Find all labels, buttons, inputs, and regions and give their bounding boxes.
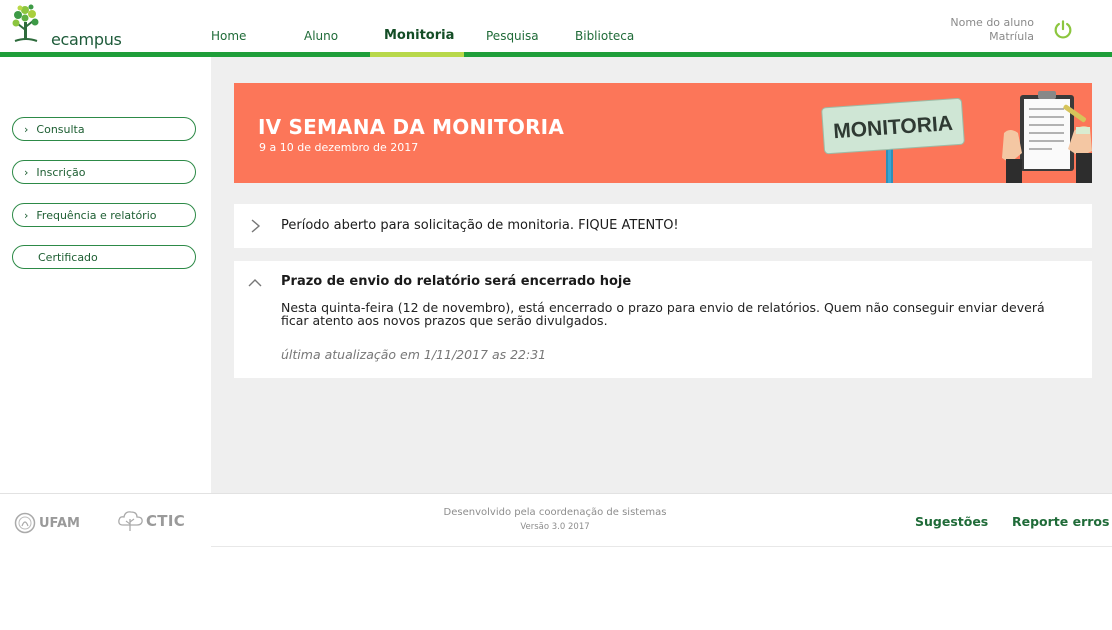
sidebar-item-frequencia[interactable]: › Frequência e relatório [12, 203, 196, 227]
ufam-logo[interactable]: UFAM [14, 512, 80, 534]
ufam-text: UFAM [39, 515, 80, 531]
chevron-up-icon[interactable] [248, 276, 262, 290]
notice-title: Período aberto para solicitação de monit… [281, 218, 679, 233]
clipboard-icon [1002, 91, 1092, 183]
sidebar-item-label: Consulta [36, 122, 85, 136]
nav-aluno[interactable]: Aluno [304, 29, 338, 43]
nav-biblioteca[interactable]: Biblioteca [575, 29, 634, 43]
sidebar-item-certificado[interactable]: Certificado [12, 245, 196, 269]
footer-credits: Desenvolvido pela coordenação de sistema… [380, 507, 730, 532]
chevron-right-icon: › [24, 165, 29, 179]
banner-subtitle: 9 a 10 de dezembro de 2017 [259, 141, 419, 154]
user-matricula: Matrı́ula [989, 30, 1034, 43]
notice-item-expanded[interactable]: Prazo de envio do relatório será encerra… [234, 261, 1092, 378]
sidebar-item-inscricao[interactable]: › Inscrição [12, 160, 196, 184]
suggestions-link[interactable]: Sugestões [915, 514, 988, 529]
sidebar-item-label: Inscrição [36, 165, 86, 179]
footer-divider [211, 546, 1112, 547]
sidebar-item-label: Frequência e relatório [36, 208, 157, 222]
tree-logo-icon [12, 4, 39, 42]
logo-text: ecampus [51, 30, 122, 49]
notice-item[interactable]: Período aberto para solicitação de monit… [234, 204, 1092, 248]
notice-title: Prazo de envio do relatório será encerra… [281, 274, 632, 289]
nav-pesquisa[interactable]: Pesquisa [486, 29, 539, 43]
ecampus-logo[interactable]: ecampus [11, 4, 122, 49]
report-errors-link[interactable]: Reporte erros [1012, 514, 1109, 529]
nav-home[interactable]: Home [211, 29, 246, 43]
event-banner[interactable]: IV SEMANA DA MONITORIA 9 a 10 de dezembr… [234, 83, 1092, 183]
banner-title: IV SEMANA DA MONITORIA [258, 115, 565, 139]
ufam-seal-icon [14, 512, 36, 534]
cloud-tree-icon [118, 511, 143, 531]
sidebar-item-label: Certificado [38, 250, 98, 264]
chevron-right-icon: › [24, 208, 29, 222]
power-icon[interactable] [1052, 19, 1074, 41]
ctic-logo[interactable]: CTIC [117, 509, 185, 533]
nav-monitoria[interactable]: Monitoria [384, 28, 454, 43]
footer-version: Versão 3.0 2017 [520, 522, 590, 532]
top-header: ecampus Home Aluno Monitoria Pesquisa Bi… [0, 0, 1112, 53]
notice-updated: última atualização em 1/11/2017 as 22:31 [281, 347, 547, 362]
sidebar-item-consulta[interactable]: › Consulta [12, 117, 196, 141]
user-name: Nome do aluno [950, 16, 1034, 29]
footer-developed: Desenvolvido pela coordenação de sistema… [443, 507, 667, 518]
monitoria-sign-icon: MONITORIA [821, 98, 965, 183]
chevron-right-icon: › [24, 122, 29, 136]
chevron-right-icon[interactable] [248, 219, 262, 233]
user-info: Nome do aluno Matrı́ula [950, 16, 1034, 44]
footer: UFAM CTIC Desenvolvido pela coordenação … [0, 493, 1112, 548]
ctic-text: CTIC [146, 512, 186, 530]
notice-body: Nesta quinta-feira (12 de novembro), est… [281, 300, 1045, 328]
